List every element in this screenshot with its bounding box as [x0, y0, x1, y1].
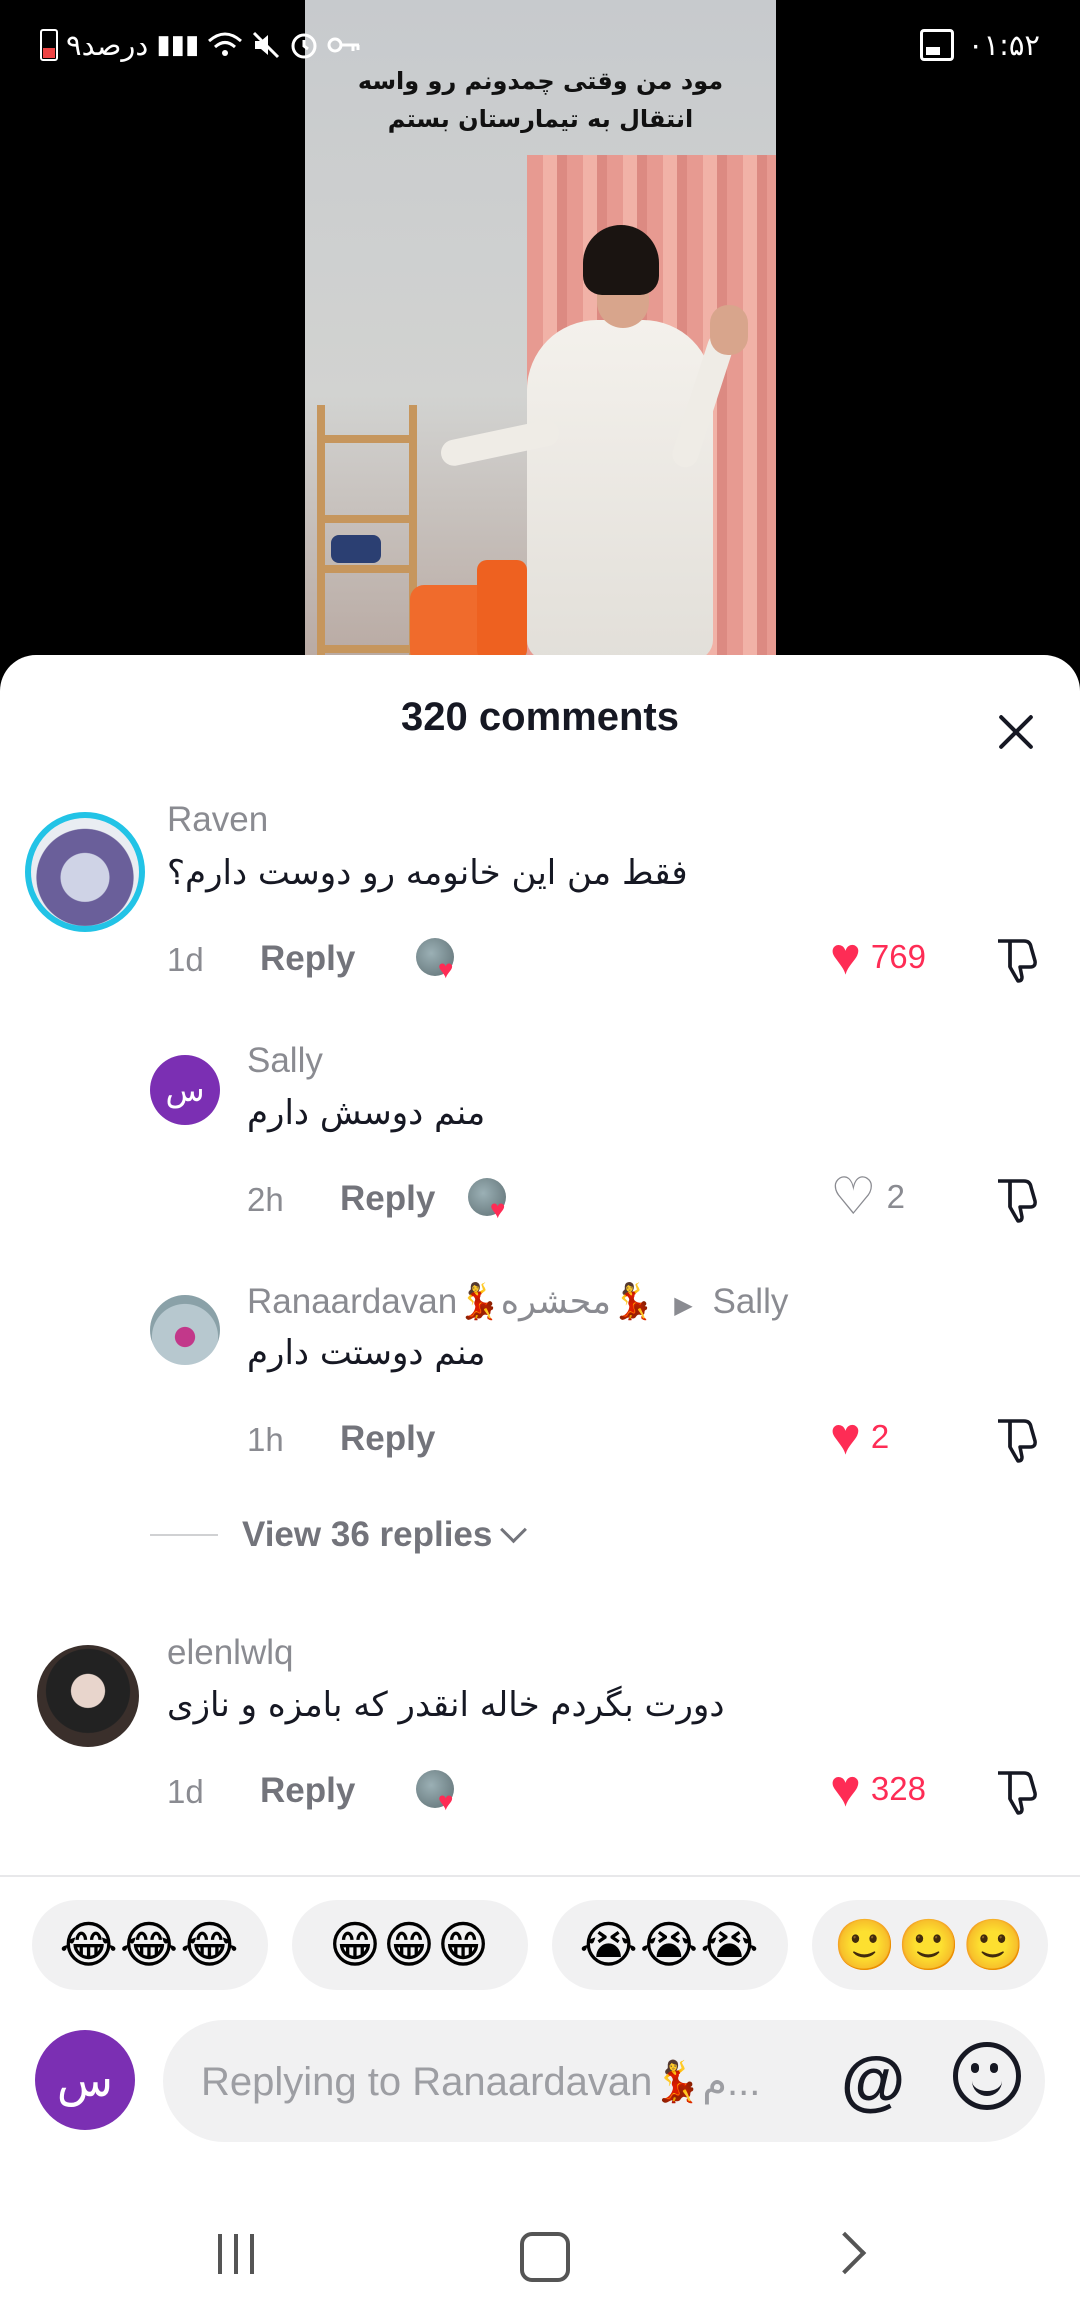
emoji-suggestion-grin[interactable]: 😁😁😁: [292, 1900, 528, 1990]
emoji-picker-icon[interactable]: [953, 2042, 1021, 2110]
username-text: Ranaardavan💃محشره💃: [247, 1282, 655, 1321]
heart-icon: ♥: [438, 954, 454, 984]
heart-filled-icon: ♥: [830, 928, 861, 986]
battery-icon: [40, 29, 58, 61]
status-left: ۹درصد ▮▮▮: [40, 28, 361, 62]
like-count: 328: [870, 1770, 926, 1807]
comment-input-row: س Replying to Ranaardavan💃م... @: [0, 2010, 1080, 2142]
system-nav-bar: [0, 2190, 1080, 2316]
status-time: ۰۱:۵۲: [967, 28, 1040, 62]
heart-icon: ♥: [490, 1194, 506, 1224]
emoji-suggestion-laugh[interactable]: 😂😂😂: [32, 1900, 268, 1990]
heart-outline-icon: ♡: [830, 1168, 877, 1226]
comment-time: 1d: [167, 1773, 204, 1810]
view-replies-button[interactable]: View 36 replies: [150, 1515, 528, 1555]
video-person: [527, 320, 713, 660]
emoji-suggestions: 😂😂😂 😁😁😁 😭😭😭 🙂🙂🙂: [32, 1900, 1048, 1990]
video-caption-line2: انتقال به تیمارستان بستم: [387, 105, 694, 133]
video-shelf: [317, 405, 417, 660]
reply-button[interactable]: Reply: [260, 1771, 355, 1811]
reply-to-username[interactable]: Sally: [712, 1282, 788, 1321]
comment-username[interactable]: Raven: [167, 800, 268, 840]
like-count: 769: [870, 938, 926, 975]
my-avatar: س: [35, 2030, 135, 2130]
mention-button[interactable]: @: [833, 2040, 913, 2120]
mute-icon: [253, 31, 280, 59]
comment-input-placeholder: Replying to Ranaardavan💃م...: [201, 2060, 761, 2104]
like-button[interactable]: ♥ 2: [830, 1411, 889, 1463]
like-button[interactable]: ♥ 769: [830, 931, 926, 983]
input-divider: [0, 1875, 1080, 1877]
alarm-icon: [291, 33, 317, 59]
close-button[interactable]: [990, 707, 1040, 757]
reply-button[interactable]: Reply: [340, 1419, 435, 1459]
comment-username[interactable]: Ranaardavan💃محشره💃 ▶ Sally: [247, 1281, 788, 1322]
recents-button[interactable]: [218, 2234, 254, 2274]
comment-time: 1d: [167, 941, 204, 978]
avatar-letter: س: [165, 1071, 205, 1109]
view-replies-label: View 36 replies: [242, 1515, 493, 1554]
comment-username[interactable]: elenlwlq: [167, 1633, 293, 1673]
creator-liked-avatar: ♥: [416, 938, 454, 982]
heart-icon: ♥: [438, 1786, 454, 1816]
dislike-icon[interactable]: [992, 1173, 1044, 1225]
comment-text: منم دوستت دارم: [247, 1333, 486, 1373]
creator-liked-avatar: ♥: [468, 1178, 506, 1222]
dislike-icon[interactable]: [992, 1413, 1044, 1465]
divider-line: [150, 1534, 218, 1536]
my-avatar-letter: س: [56, 2053, 114, 2107]
gallery-icon: [919, 29, 954, 61]
like-count: 2: [886, 1178, 905, 1215]
heart-filled-icon: ♥: [830, 1760, 861, 1818]
reply-arrow-icon: ▶: [674, 1292, 693, 1319]
home-button[interactable]: [520, 2232, 570, 2282]
avatar[interactable]: [150, 1295, 220, 1365]
emoji-suggestion-cry[interactable]: 😭😭😭: [552, 1900, 788, 1990]
comment-time: 2h: [247, 1181, 284, 1218]
avatar[interactable]: س: [150, 1055, 220, 1125]
chevron-down-icon: [500, 1515, 528, 1543]
status-right: ۰۱:۵۲: [919, 28, 1040, 62]
comments-count-title: 320 comments: [401, 695, 679, 739]
avatar[interactable]: [37, 1645, 139, 1747]
comments-sheet: 320 comments Raven فقط من این خانومه رو …: [0, 655, 1080, 2316]
creator-liked-avatar: ♥: [416, 1770, 454, 1814]
emoji-suggestion-smile[interactable]: 🙂🙂🙂: [812, 1900, 1048, 1990]
reply-button[interactable]: Reply: [260, 939, 355, 979]
key-icon: [327, 37, 360, 53]
comment-input[interactable]: Replying to Ranaardavan💃م... @: [163, 2020, 1045, 2142]
dislike-icon[interactable]: [992, 1765, 1044, 1817]
reply-button[interactable]: Reply: [340, 1179, 435, 1219]
dislike-icon[interactable]: [992, 933, 1044, 985]
like-button[interactable]: ♡ 2: [830, 1171, 905, 1223]
signal-icon: ▮▮▮: [156, 30, 200, 60]
avatar[interactable]: [25, 812, 145, 932]
comment-username[interactable]: Sally: [247, 1041, 323, 1081]
comment-text: دورت بگردم خاله انقدر که بامزه و نازی: [167, 1685, 725, 1725]
battery-text: ۹درصد: [66, 28, 149, 62]
back-button[interactable]: [823, 2231, 867, 2275]
comment-time: 1h: [247, 1421, 284, 1458]
wifi-icon: [208, 32, 243, 56]
heart-filled-icon: ♥: [830, 1408, 861, 1466]
comment-text: منم دوسش دارم: [247, 1093, 486, 1133]
like-button[interactable]: ♥ 328: [830, 1763, 926, 1815]
like-count: 2: [870, 1418, 890, 1455]
status-bar: ۹درصد ▮▮▮ ۰۱:۵۲: [0, 0, 1080, 100]
comment-text: فقط من این خانومه رو دوست دارم؟: [167, 853, 688, 893]
